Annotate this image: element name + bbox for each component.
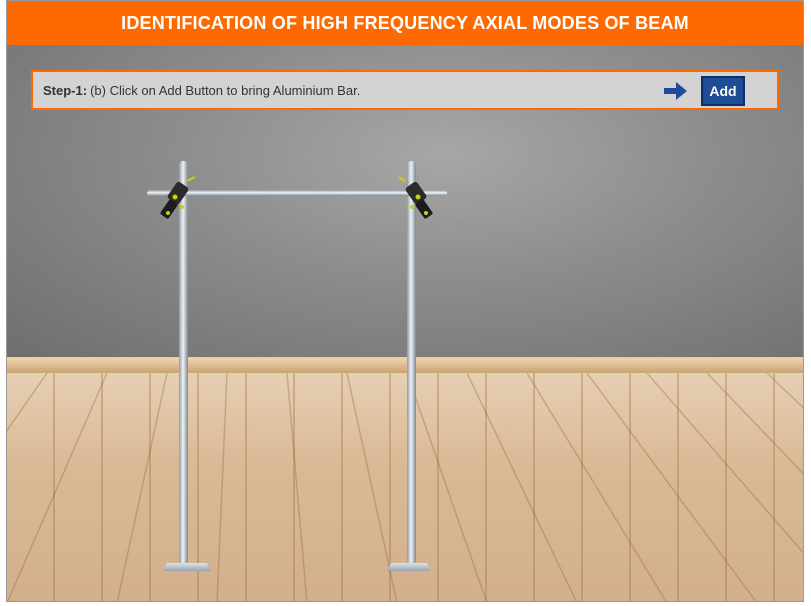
simulation-frame: IDENTIFICATION OF HIGH FREQUENCY AXIAL M… (6, 0, 804, 602)
left-clamp (160, 176, 196, 219)
page-title: IDENTIFICATION OF HIGH FREQUENCY AXIAL M… (7, 1, 803, 45)
left-stand (163, 161, 211, 571)
beam-stand-apparatus (147, 161, 447, 571)
right-stand (387, 161, 431, 571)
lab-scene: Step-1: (b) Click on Add Button to bring … (7, 45, 803, 601)
cross-rod (147, 190, 447, 196)
right-clamp (398, 176, 433, 219)
